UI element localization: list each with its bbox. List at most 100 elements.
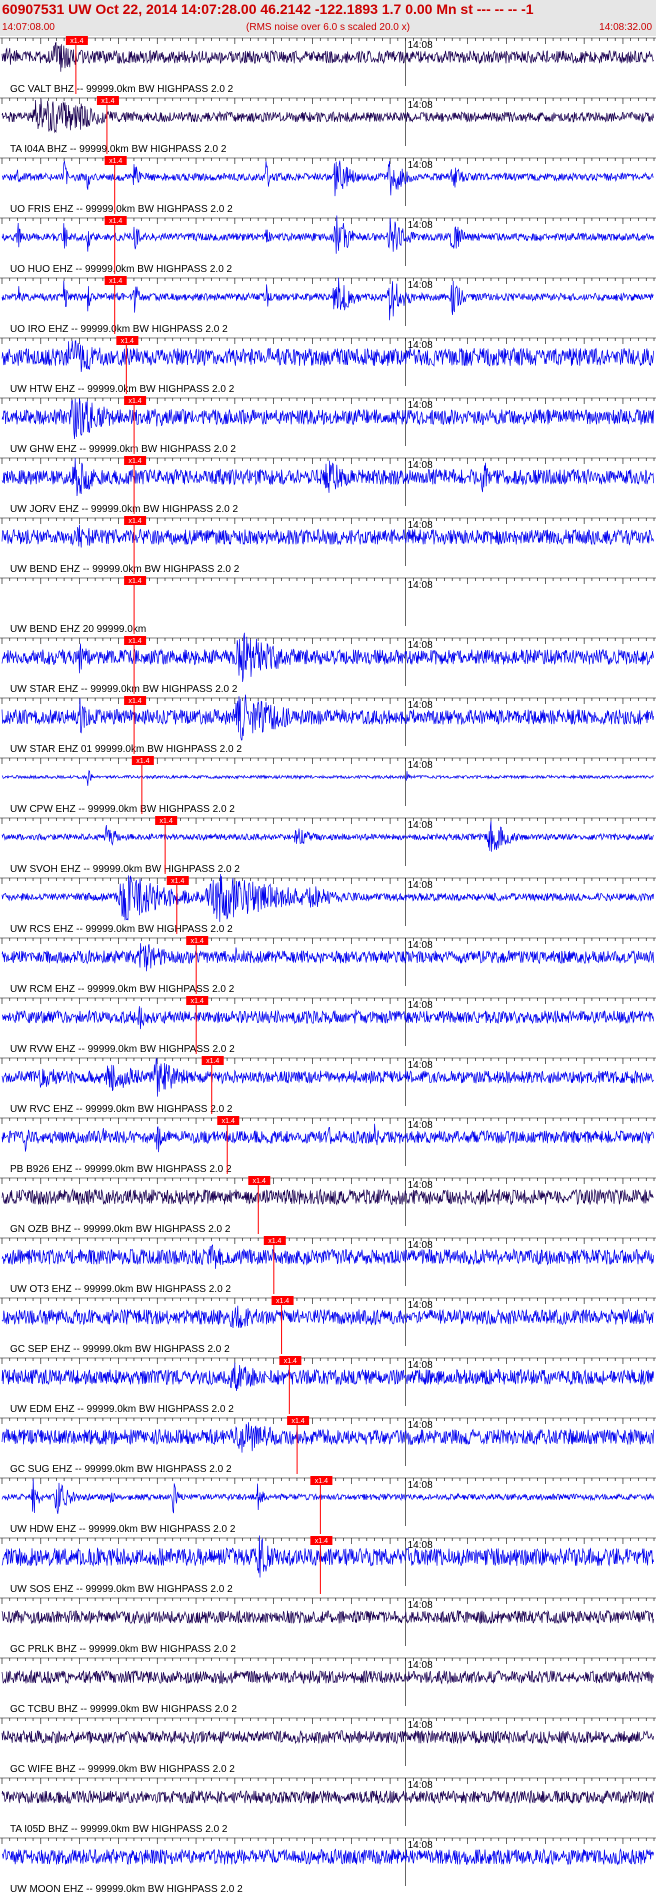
pick-label: x1.4	[315, 1478, 328, 1485]
time-marker-label: 14:08	[408, 640, 433, 651]
waveform-trace	[1, 1422, 654, 1453]
time-marker-label: 14:08	[408, 400, 433, 411]
time-marker-label: 14:08	[408, 340, 433, 351]
pick-label: x1.4	[70, 38, 83, 45]
waveform-trace	[1, 215, 654, 254]
channel-label: GC PRLK BHZ -- 99999.0km BW HIGHPASS 2.0…	[10, 1644, 236, 1655]
pick-label: x1.4	[136, 758, 149, 765]
channel-label: UW OT3 EHZ -- 99999.0km BW HIGHPASS 2.0 …	[10, 1284, 231, 1295]
channel-label: UW SOS EHZ -- 99999.0km BW HIGHPASS 2.0 …	[10, 1584, 233, 1595]
channel-label: GC SEP EHZ -- 99999.0km BW HIGHPASS 2.0 …	[10, 1344, 230, 1355]
time-marker-label: 14:08	[408, 820, 433, 831]
pick-label: x1.4	[253, 1178, 266, 1185]
pick-label: x1.4	[109, 278, 122, 285]
waveform-trace	[1, 1058, 654, 1097]
time-marker-label: 14:08	[408, 1120, 433, 1131]
time-marker-label: 14:08	[408, 880, 433, 891]
time-marker-label: 14:08	[408, 1600, 433, 1611]
waveform-trace	[1, 1729, 654, 1745]
waveform-trace	[1, 340, 654, 372]
time-marker-label: 14:08	[408, 100, 433, 111]
pick-label: x1.4	[291, 1418, 304, 1425]
channel-label: UW HTW EHZ -- 99999.0km BW HIGHPASS 2.0 …	[10, 384, 235, 395]
seismogram-plot: 60907531 UW Oct 22, 2014 14:07:28.00 46.…	[0, 0, 656, 1895]
trace-stack: 14:08 GC VALT BHZ -- 99999.0km BW HIGHPAS…	[0, 36, 656, 1895]
pick-label: x1.4	[171, 878, 184, 885]
pick-label: x1.4	[109, 158, 122, 165]
time-marker-label: 14:08	[408, 760, 433, 771]
waveform-trace	[1, 1244, 654, 1269]
channel-label: GC VALT BHZ -- 99999.0km BW HIGHPASS 2.0…	[10, 84, 234, 95]
time-marker-label: 14:08	[408, 1300, 433, 1311]
waveform-trace	[1, 769, 654, 786]
channel-label: UW RVC EHZ -- 99999.0km BW HIGHPASS 2.0 …	[10, 1104, 233, 1115]
channel-label: UW EDM EHZ -- 99999.0km BW HIGHPASS 2.0 …	[10, 1404, 234, 1415]
pick-label: x1.4	[109, 218, 122, 225]
time-marker-label: 14:08	[408, 1720, 433, 1731]
time-marker-label: 14:08	[408, 1780, 433, 1791]
waveform-trace	[1, 1789, 654, 1805]
channel-label: UW RVW EHZ -- 99999.0km BW HIGHPASS 2.0 …	[10, 1044, 235, 1055]
channel-label: UW GHW EHZ -- 99999.0km BW HIGHPASS 2.0 …	[10, 444, 236, 455]
channel-label: UW JORV EHZ -- 99999.0km BW HIGHPASS 2.0…	[10, 504, 238, 515]
pick-label: x1.4	[191, 938, 204, 945]
waveform-trace	[2, 160, 654, 197]
time-marker-label: 14:08	[408, 520, 433, 531]
channel-label: TA I05D BHZ -- 99999.0km BW HIGHPASS 2.0…	[10, 1824, 228, 1835]
waveform-trace	[1, 277, 654, 321]
time-marker-label: 14:08	[408, 700, 433, 711]
pick-label: x1.4	[121, 338, 134, 345]
time-marker-label: 14:08	[408, 1000, 433, 1011]
start-time: 14:07:08.00	[2, 22, 55, 33]
pick-label: x1.4	[128, 578, 141, 585]
channel-label: TA I04A BHZ -- 99999.0km BW HIGHPASS 2.0…	[10, 144, 227, 155]
channel-label: GC TCBU BHZ -- 99999.0km BW HIGHPASS 2.0…	[10, 1704, 237, 1715]
time-marker-label: 14:08	[408, 460, 433, 471]
channel-label: UO HUO EHZ -- 99999.0km BW HIGHPASS 2.0 …	[10, 264, 233, 275]
channel-label: UW SVOH EHZ -- 99999.0km BW HIGHPASS 2.0…	[10, 864, 240, 875]
pick-label: x1.4	[268, 1238, 281, 1245]
channel-label: GC SUG EHZ -- 99999.0km BW HIGHPASS 2.0 …	[10, 1464, 232, 1475]
pick-label: x1.4	[222, 1118, 235, 1125]
time-marker-label: 14:08	[408, 1540, 433, 1551]
waveform-trace	[1, 398, 654, 440]
channel-label: UW STAR EHZ -- 99999.0km BW HIGHPASS 2.0…	[10, 684, 238, 695]
channel-label: UW HDW EHZ -- 99999.0km BW HIGHPASS 2.0 …	[10, 1524, 236, 1535]
pick-label: x1.4	[128, 638, 141, 645]
time-marker-label: 14:08	[408, 580, 433, 591]
pick-label: x1.4	[160, 818, 173, 825]
end-time: 14:08:32.00	[599, 22, 652, 33]
channel-label: UW MOON EHZ -- 99999.0km BW HIGHPASS 2.0…	[10, 1884, 243, 1895]
waveform-trace	[1, 41, 654, 72]
time-marker-label: 14:08	[408, 940, 433, 951]
channel-label: PB B926 EHZ -- 99999.0km BW HIGHPASS 2.0…	[10, 1164, 232, 1175]
pick-label: x1.4	[128, 398, 141, 405]
pick-label: x1.4	[191, 998, 204, 1005]
pick-label: x1.4	[284, 1358, 297, 1365]
channel-label: UW CPW EHZ -- 99999.0km BW HIGHPASS 2.0 …	[10, 804, 235, 815]
pick-label: x1.4	[206, 1058, 219, 1065]
waveform-trace	[1, 457, 654, 497]
channel-label: UW RCS EHZ -- 99999.0km BW HIGHPASS 2.0 …	[10, 924, 233, 935]
channel-label: UW BEND EHZ -- 99999.0km BW HIGHPASS 2.0…	[10, 564, 240, 575]
pick-label: x1.4	[315, 1538, 328, 1545]
plot-subtitle: (RMS noise over 6.0 s scaled 20.0 x)	[246, 22, 410, 33]
time-marker-label: 14:08	[408, 1060, 433, 1071]
waveform-trace	[2, 1848, 654, 1866]
time-marker-label: 14:08	[408, 1480, 433, 1491]
time-marker-label: 14:08	[408, 1180, 433, 1191]
channel-label: UW BEND EHZ 20 99999.0km	[10, 624, 146, 635]
channel-label: UW STAR EHZ 01 99999.0km BW HIGHPASS 2.0…	[10, 744, 242, 755]
time-marker-label: 14:08	[408, 1660, 433, 1671]
waveform-trace	[1, 524, 654, 548]
pick-label: x1.4	[276, 1298, 289, 1305]
time-marker-label: 14:08	[408, 1840, 433, 1851]
time-marker-label: 14:08	[408, 1420, 433, 1431]
waveform-trace	[2, 1006, 654, 1030]
time-marker-label: 14:08	[408, 280, 433, 291]
channel-label: UO IRO EHZ -- 99999.0km BW HIGHPASS 2.0 …	[10, 324, 228, 335]
waveform-trace	[1, 694, 654, 741]
waveform-trace	[1, 1362, 654, 1392]
waveform-trace	[1, 1305, 654, 1329]
time-marker-label: 14:08	[408, 220, 433, 231]
